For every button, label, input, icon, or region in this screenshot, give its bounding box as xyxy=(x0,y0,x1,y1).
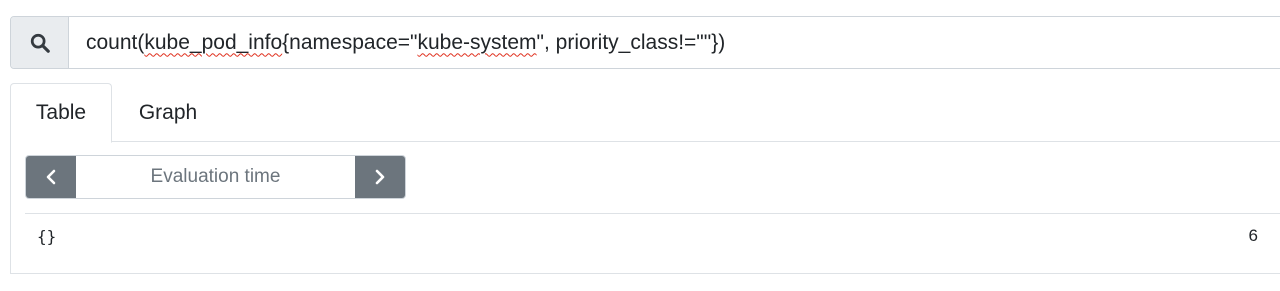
result-value: 6 xyxy=(1248,226,1258,245)
result-tabs: Table Graph xyxy=(10,83,1280,143)
query-text-segment-flagged: kube-system xyxy=(417,30,537,54)
search-icon xyxy=(30,33,50,53)
tab-table[interactable]: Table xyxy=(10,83,112,143)
query-search-button[interactable] xyxy=(11,17,69,68)
result-metric-labels: {} xyxy=(37,227,57,246)
tab-graph[interactable]: Graph xyxy=(114,83,222,142)
evaluation-time-input[interactable]: Evaluation time xyxy=(76,156,355,198)
query-text-segment: count( xyxy=(86,30,145,54)
query-expression-input[interactable]: count(kube_pod_info {namespace=" kube-syst… xyxy=(69,17,1280,68)
chevron-left-icon xyxy=(46,169,56,185)
evaluation-time-control: Evaluation time xyxy=(25,155,406,199)
next-time-button[interactable] xyxy=(355,156,405,198)
table-row: {} 6 xyxy=(25,214,1280,260)
query-text-segment: ", priority_class!=""}) xyxy=(536,30,726,54)
table-panel: Evaluation time {} 6 xyxy=(10,141,1280,274)
query-text-segment: {namespace=" xyxy=(282,30,418,54)
previous-time-button[interactable] xyxy=(26,156,76,198)
query-text-segment-flagged: kube_pod_info xyxy=(144,30,283,54)
chevron-right-icon xyxy=(375,169,385,185)
query-bar: count(kube_pod_info {namespace=" kube-syst… xyxy=(10,16,1280,69)
